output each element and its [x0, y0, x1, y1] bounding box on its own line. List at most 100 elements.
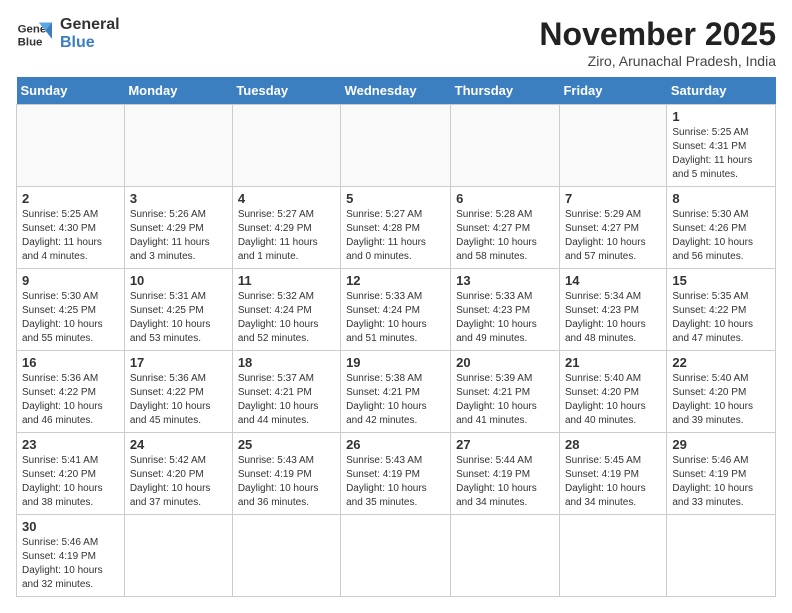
calendar-cell: 20 Sunrise: 5:39 AM Sunset: 4:21 PM Dayli… [451, 351, 560, 433]
day-number: 6 [456, 191, 554, 206]
day-info: Sunrise: 5:38 AM Sunset: 4:21 PM Dayligh… [346, 372, 445, 428]
calendar-header-row: SundayMondayTuesdayWednesdayThursdayFrid… [17, 77, 776, 105]
calendar-cell: 18 Sunrise: 5:37 AM Sunset: 4:21 PM Dayli… [232, 351, 340, 433]
calendar-week-row: 9 Sunrise: 5:30 AM Sunset: 4:25 PM Daylig… [17, 269, 776, 351]
day-info: Sunrise: 5:46 AM Sunset: 4:19 PM Dayligh… [672, 454, 770, 510]
day-header-thursday: Thursday [451, 77, 560, 105]
day-number: 30 [22, 519, 119, 534]
calendar-week-row: 23 Sunrise: 5:41 AM Sunset: 4:20 PM Dayli… [17, 433, 776, 515]
day-number: 13 [456, 273, 554, 288]
day-number: 4 [238, 191, 335, 206]
day-number: 21 [565, 355, 661, 370]
logo-general: General [60, 16, 120, 34]
calendar-cell: 14Sunrise: 5:34 AM Sunset: 4:23 PM Dayli… [559, 269, 666, 351]
calendar-cell: 26Sunrise: 5:43 AM Sunset: 4:19 PM Dayli… [341, 433, 451, 515]
calendar-cell: 3 Sunrise: 5:26 AM Sunset: 4:29 PM Daylig… [124, 187, 232, 269]
day-number: 2 [22, 191, 119, 206]
day-info: Sunrise: 5:43 AM Sunset: 4:19 PM Dayligh… [238, 454, 335, 510]
title-area: November 2025 Ziro, Arunachal Pradesh, I… [539, 16, 776, 69]
calendar-cell [559, 515, 666, 597]
calendar-cell [341, 515, 451, 597]
calendar-cell: 29 Sunrise: 5:46 AM Sunset: 4:19 PM Dayli… [667, 433, 776, 515]
day-header-sunday: Sunday [17, 77, 125, 105]
day-header-saturday: Saturday [667, 77, 776, 105]
calendar-cell [451, 105, 560, 187]
day-info: Sunrise: 5:41 AM Sunset: 4:20 PM Dayligh… [22, 454, 119, 510]
day-info: Sunrise: 5:26 AM Sunset: 4:29 PM Dayligh… [130, 208, 227, 264]
calendar-cell [341, 105, 451, 187]
day-header-tuesday: Tuesday [232, 77, 340, 105]
day-number: 15 [672, 273, 770, 288]
day-number: 9 [22, 273, 119, 288]
day-info: Sunrise: 5:44 AM Sunset: 4:19 PM Dayligh… [456, 454, 554, 510]
day-number: 14 [565, 273, 661, 288]
calendar-cell: 24 Sunrise: 5:42 AM Sunset: 4:20 PM Dayli… [124, 433, 232, 515]
calendar-cell: 2 Sunrise: 5:25 AM Sunset: 4:30 PM Daylig… [17, 187, 125, 269]
day-number: 29 [672, 437, 770, 452]
day-info: Sunrise: 5:39 AM Sunset: 4:21 PM Dayligh… [456, 372, 554, 428]
day-number: 3 [130, 191, 227, 206]
calendar-cell: 13Sunrise: 5:33 AM Sunset: 4:23 PM Dayli… [451, 269, 560, 351]
calendar-cell: 5Sunrise: 5:27 AM Sunset: 4:28 PM Daylig… [341, 187, 451, 269]
day-info: Sunrise: 5:45 AM Sunset: 4:19 PM Dayligh… [565, 454, 661, 510]
day-info: Sunrise: 5:29 AM Sunset: 4:27 PM Dayligh… [565, 208, 661, 264]
calendar-cell: 27 Sunrise: 5:44 AM Sunset: 4:19 PM Dayli… [451, 433, 560, 515]
calendar-cell: 15 Sunrise: 5:35 AM Sunset: 4:22 PM Dayli… [667, 269, 776, 351]
day-number: 23 [22, 437, 119, 452]
calendar-cell: 22 Sunrise: 5:40 AM Sunset: 4:20 PM Dayli… [667, 351, 776, 433]
day-number: 5 [346, 191, 445, 206]
day-info: Sunrise: 5:46 AM Sunset: 4:19 PM Dayligh… [22, 536, 119, 592]
calendar-cell: 16 Sunrise: 5:36 AM Sunset: 4:22 PM Dayli… [17, 351, 125, 433]
day-info: Sunrise: 5:36 AM Sunset: 4:22 PM Dayligh… [22, 372, 119, 428]
calendar-cell: 7 Sunrise: 5:29 AM Sunset: 4:27 PM Daylig… [559, 187, 666, 269]
calendar-cell: 1Sunrise: 5:25 AM Sunset: 4:31 PM Daylig… [667, 105, 776, 187]
day-info: Sunrise: 5:32 AM Sunset: 4:24 PM Dayligh… [238, 290, 335, 346]
day-number: 24 [130, 437, 227, 452]
calendar-cell: 21Sunrise: 5:40 AM Sunset: 4:20 PM Dayli… [559, 351, 666, 433]
calendar-cell: 10 Sunrise: 5:31 AM Sunset: 4:25 PM Dayli… [124, 269, 232, 351]
day-number: 16 [22, 355, 119, 370]
calendar-table: SundayMondayTuesdayWednesdayThursdayFrid… [16, 77, 776, 597]
day-info: Sunrise: 5:30 AM Sunset: 4:26 PM Dayligh… [672, 208, 770, 264]
day-info: Sunrise: 5:42 AM Sunset: 4:20 PM Dayligh… [130, 454, 227, 510]
calendar-cell: 8 Sunrise: 5:30 AM Sunset: 4:26 PM Daylig… [667, 187, 776, 269]
day-info: Sunrise: 5:43 AM Sunset: 4:19 PM Dayligh… [346, 454, 445, 510]
day-number: 18 [238, 355, 335, 370]
calendar-cell [667, 515, 776, 597]
svg-text:Blue: Blue [18, 36, 43, 48]
day-number: 7 [565, 191, 661, 206]
calendar-cell [17, 105, 125, 187]
calendar-cell: 9 Sunrise: 5:30 AM Sunset: 4:25 PM Daylig… [17, 269, 125, 351]
day-number: 25 [238, 437, 335, 452]
calendar-week-row: 16 Sunrise: 5:36 AM Sunset: 4:22 PM Dayli… [17, 351, 776, 433]
day-info: Sunrise: 5:25 AM Sunset: 4:30 PM Dayligh… [22, 208, 119, 264]
day-number: 8 [672, 191, 770, 206]
month-title: November 2025 [539, 16, 776, 53]
calendar-cell: 23 Sunrise: 5:41 AM Sunset: 4:20 PM Dayli… [17, 433, 125, 515]
calendar-cell [124, 105, 232, 187]
day-info: Sunrise: 5:30 AM Sunset: 4:25 PM Dayligh… [22, 290, 119, 346]
day-info: Sunrise: 5:28 AM Sunset: 4:27 PM Dayligh… [456, 208, 554, 264]
calendar-cell: 19 Sunrise: 5:38 AM Sunset: 4:21 PM Dayli… [341, 351, 451, 433]
calendar-cell [232, 105, 340, 187]
day-number: 27 [456, 437, 554, 452]
day-info: Sunrise: 5:40 AM Sunset: 4:20 PM Dayligh… [672, 372, 770, 428]
calendar-week-row: 2 Sunrise: 5:25 AM Sunset: 4:30 PM Daylig… [17, 187, 776, 269]
calendar-cell [451, 515, 560, 597]
calendar-week-row: 1Sunrise: 5:25 AM Sunset: 4:31 PM Daylig… [17, 105, 776, 187]
day-number: 10 [130, 273, 227, 288]
day-number: 19 [346, 355, 445, 370]
calendar-cell: 17Sunrise: 5:36 AM Sunset: 4:22 PM Dayli… [124, 351, 232, 433]
day-info: Sunrise: 5:35 AM Sunset: 4:22 PM Dayligh… [672, 290, 770, 346]
day-header-wednesday: Wednesday [341, 77, 451, 105]
day-number: 22 [672, 355, 770, 370]
calendar-cell: 12Sunrise: 5:33 AM Sunset: 4:24 PM Dayli… [341, 269, 451, 351]
day-info: Sunrise: 5:31 AM Sunset: 4:25 PM Dayligh… [130, 290, 227, 346]
day-info: Sunrise: 5:27 AM Sunset: 4:29 PM Dayligh… [238, 208, 335, 264]
day-header-friday: Friday [559, 77, 666, 105]
day-info: Sunrise: 5:36 AM Sunset: 4:22 PM Dayligh… [130, 372, 227, 428]
day-info: Sunrise: 5:37 AM Sunset: 4:21 PM Dayligh… [238, 372, 335, 428]
calendar-cell: 4 Sunrise: 5:27 AM Sunset: 4:29 PM Daylig… [232, 187, 340, 269]
logo-blue: Blue [60, 34, 120, 52]
day-number: 20 [456, 355, 554, 370]
